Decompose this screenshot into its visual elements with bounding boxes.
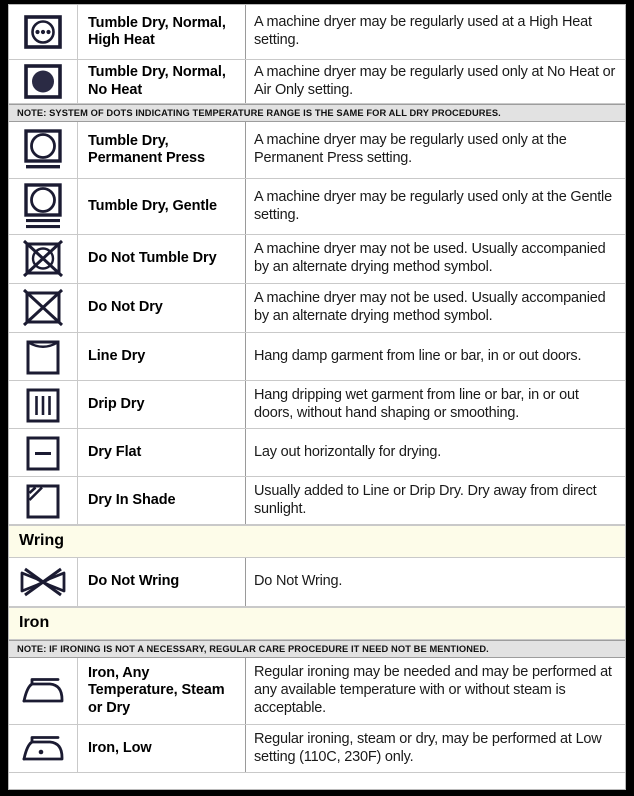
section-header-wring: Wring [9, 525, 625, 558]
table-row: Tumble Dry, Permanent Press A machine dr… [9, 122, 625, 179]
symbol-cell [9, 333, 78, 380]
tumble-dry-normal-no-heat-icon [23, 63, 63, 101]
symbol-cell [9, 429, 78, 476]
symbol-cell [9, 725, 78, 772]
symbol-label: Iron, Any Temperature, Steam or Dry [78, 658, 246, 724]
table-row: Iron, Any Temperature, Steam or Dry Regu… [9, 658, 625, 725]
tumble-dry-permanent-press-icon [22, 128, 64, 172]
table-row: Do Not Wring Do Not Wring. [9, 558, 625, 607]
symbol-label: Dry In Shade [78, 477, 246, 524]
do-not-dry-icon [21, 287, 65, 329]
symbol-cell [9, 60, 78, 103]
symbol-description: A machine dryer may be regularly used on… [254, 132, 567, 166]
symbol-description: Lay out horizontally for drying. [254, 443, 442, 460]
iron-any-temperature-icon [19, 674, 67, 708]
symbol-label: Dry Flat [78, 429, 246, 476]
symbol-label: Tumble Dry, Normal, No Heat [78, 60, 246, 103]
table-row: Iron, Low Regular ironing, steam or dry,… [9, 725, 625, 773]
symbol-label: Drip Dry [78, 381, 246, 428]
table-row: Dry Flat Lay out horizontally for drying… [9, 429, 625, 477]
table-row: Dry In Shade Usually added to Line or Dr… [9, 477, 625, 525]
symbol-label: Do Not Tumble Dry [78, 235, 246, 283]
symbol-description: Usually added to Line or Drip Dry. Dry a… [254, 482, 597, 517]
symbol-label: Do Not Dry [78, 284, 246, 332]
drip-dry-icon [24, 385, 62, 425]
table-row: Tumble Dry, Normal, High Heat A machine … [9, 5, 625, 60]
care-symbol-sheet: Tumble Dry, Normal, High Heat A machine … [8, 4, 626, 790]
symbol-description: A machine dryer may not be used. Usually… [254, 290, 606, 324]
tumble-dry-normal-high-heat-icon [23, 12, 63, 52]
dry-in-shade-icon [24, 481, 62, 521]
care-symbol-table: Tumble Dry, Normal, High Heat A machine … [9, 5, 625, 773]
line-dry-icon [24, 337, 62, 377]
symbol-description: Regular ironing, steam or dry, may be pe… [254, 730, 602, 765]
symbol-cell [9, 381, 78, 428]
dry-flat-icon [24, 433, 62, 473]
iron-low-icon [19, 732, 67, 766]
symbol-description: Do Not Wring. [254, 573, 343, 590]
symbol-cell [9, 477, 78, 524]
section-header-iron: Iron [9, 607, 625, 640]
symbol-cell [9, 235, 78, 283]
symbol-description: Hang damp garment from line or bar, in o… [254, 347, 582, 364]
symbol-label: Do Not Wring [78, 558, 246, 606]
symbol-label: Iron, Low [78, 725, 246, 772]
do-not-wring-icon [17, 563, 69, 601]
table-row: Tumble Dry, Gentle A machine dryer may b… [9, 179, 625, 235]
care-symbol-chart-page: Tumble Dry, Normal, High Heat A machine … [0, 0, 634, 796]
symbol-cell [9, 558, 78, 606]
table-row: Line Dry Hang damp garment from line or … [9, 333, 625, 381]
table-row: Do Not Dry A machine dryer may not be us… [9, 284, 625, 333]
symbol-description: Regular ironing may be needed and may be… [254, 664, 612, 716]
table-row: Do Not Tumble Dry A machine dryer may no… [9, 235, 625, 284]
symbol-cell [9, 122, 78, 178]
tumble-dry-gentle-icon [22, 182, 64, 231]
sheet-filler [9, 773, 625, 789]
symbol-description: A machine dryer may be regularly used at… [254, 14, 592, 48]
symbol-cell [9, 5, 78, 59]
symbol-description: A machine dryer may not be used. Usually… [254, 241, 606, 275]
note-banner-iron: NOTE: IF IRONING IS NOT A NECESSARY, REG… [9, 640, 625, 658]
table-row: Drip Dry Hang dripping wet garment from … [9, 381, 625, 429]
symbol-cell [9, 179, 78, 234]
note-banner-dry-dots: NOTE: SYSTEM OF DOTS INDICATING TEMPERAT… [9, 104, 625, 122]
symbol-label: Tumble Dry, Gentle [78, 179, 246, 234]
symbol-label: Tumble Dry, Permanent Press [78, 122, 246, 178]
symbol-label: Line Dry [78, 333, 246, 380]
symbol-cell [9, 284, 78, 332]
symbol-description: Hang dripping wet garment from line or b… [254, 386, 579, 421]
symbol-description: A machine dryer may be regularly used on… [254, 188, 612, 223]
symbol-cell [9, 658, 78, 724]
table-row: Tumble Dry, Normal, No Heat A machine dr… [9, 60, 625, 104]
symbol-description: A machine dryer may be regularly used on… [254, 63, 616, 98]
symbol-label: Tumble Dry, Normal, High Heat [78, 5, 246, 59]
do-not-tumble-dry-icon [21, 238, 65, 280]
